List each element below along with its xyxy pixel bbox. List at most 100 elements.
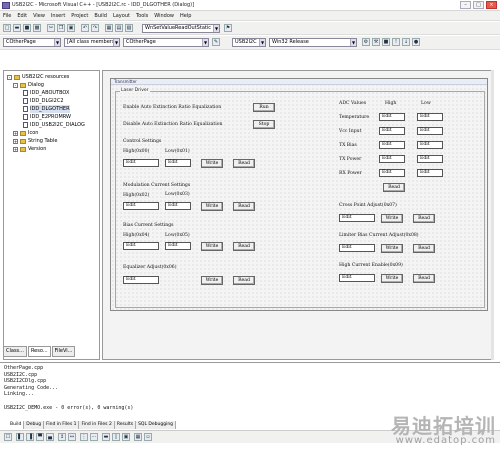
workspace-icon[interactable]: ▦: [105, 24, 113, 32]
undo-icon[interactable]: ↶: [81, 24, 89, 32]
space-down-icon[interactable]: ⋯: [90, 433, 98, 441]
modulation-low-edit[interactable]: Edit: [165, 202, 191, 210]
tree-item-dlgother[interactable]: IDD_DLGOTHER: [7, 105, 96, 113]
vertical-scrollbar[interactable]: [491, 70, 494, 360]
menu-project[interactable]: Project: [71, 13, 88, 19]
collapse-icon[interactable]: -: [7, 74, 12, 80]
open-folder-icon[interactable]: ▬: [13, 24, 21, 32]
close-button[interactable]: ×: [486, 1, 497, 9]
control-low-edit[interactable]: Edit: [165, 159, 191, 167]
space-across-icon[interactable]: ⋮: [80, 433, 88, 441]
control-read-button[interactable]: Read: [233, 159, 255, 168]
rxpower-high-edit[interactable]: Edit: [379, 169, 405, 177]
align-left-icon[interactable]: ▌: [16, 433, 24, 441]
find-in-files-icon[interactable]: ⚑: [224, 24, 232, 32]
stop-build-icon[interactable]: ■: [382, 38, 390, 46]
same-height-icon[interactable]: ▯: [112, 433, 120, 441]
tree-version[interactable]: + Version: [7, 145, 96, 153]
tree-icon-folder[interactable]: + Icon: [7, 129, 96, 137]
cross-point-write-button[interactable]: Write: [381, 214, 403, 223]
rxpower-low-edit[interactable]: Edit: [417, 169, 443, 177]
tab-class-view[interactable]: Class...: [3, 346, 27, 357]
high-current-edit[interactable]: Edit: [339, 274, 375, 282]
center-vertical-icon[interactable]: ↕: [58, 433, 66, 441]
high-current-write-button[interactable]: Write: [381, 274, 403, 283]
bias-low-edit[interactable]: Edit: [165, 242, 191, 250]
high-current-read-button[interactable]: Read: [413, 274, 435, 283]
breakpoint-icon[interactable]: ●: [412, 38, 420, 46]
align-right-icon[interactable]: ▐: [26, 433, 34, 441]
cut-icon[interactable]: ✂: [47, 24, 55, 32]
toggle-guides-icon[interactable]: ▫: [144, 433, 152, 441]
menu-view[interactable]: View: [33, 13, 45, 19]
tree-item-aboutbox[interactable]: IDD_ABOUTBOX: [7, 89, 96, 97]
config-combo[interactable]: Win32 Release ▼: [269, 38, 357, 47]
menu-help[interactable]: Help: [180, 13, 191, 19]
txbias-high-edit[interactable]: Edit: [379, 141, 405, 149]
modulation-high-edit[interactable]: Edit: [123, 202, 159, 210]
tab-debug[interactable]: Debug: [24, 421, 45, 429]
expand-icon[interactable]: +: [13, 138, 18, 144]
save-all-icon[interactable]: ▩: [33, 24, 41, 32]
limiter-bias-edit[interactable]: Edit: [339, 244, 375, 252]
tab-build[interactable]: Build: [8, 421, 25, 429]
minimize-button[interactable]: –: [460, 1, 471, 9]
cross-point-edit[interactable]: Edit: [339, 214, 375, 222]
temperature-low-edit[interactable]: Edit: [417, 113, 443, 121]
modulation-write-button[interactable]: Write: [201, 202, 223, 211]
paste-icon[interactable]: ▣: [67, 24, 75, 32]
txpower-high-edit[interactable]: Edit: [379, 155, 405, 163]
txbias-low-edit[interactable]: Edit: [417, 141, 443, 149]
menu-layout[interactable]: Layout: [113, 13, 130, 19]
chevron-down-icon[interactable]: ▼: [113, 39, 119, 46]
same-size-icon[interactable]: ▣: [122, 433, 130, 441]
equalizer-write-button[interactable]: Write: [201, 276, 223, 285]
tab-sql-debugging[interactable]: SQL Debugging: [136, 421, 177, 429]
tab-find-in-files-2[interactable]: Find in Files 2: [79, 421, 115, 429]
menu-insert[interactable]: Insert: [51, 13, 65, 19]
center-horizontal-icon[interactable]: ↔: [68, 433, 76, 441]
build-icon[interactable]: ⚒: [372, 38, 380, 46]
align-top-icon[interactable]: ▀: [36, 433, 44, 441]
run-button[interactable]: Run: [253, 103, 275, 112]
chevron-down-icon[interactable]: ▼: [213, 25, 219, 32]
chevron-down-icon[interactable]: ▼: [350, 39, 356, 46]
redo-icon[interactable]: ↷: [91, 24, 99, 32]
tab-results[interactable]: Results: [114, 421, 137, 429]
equalizer-read-button[interactable]: Read: [233, 276, 255, 285]
chevron-down-icon[interactable]: ▼: [259, 39, 265, 46]
copy-icon[interactable]: ❐: [57, 24, 65, 32]
bias-high-edit[interactable]: Edit: [123, 242, 159, 250]
function-combo[interactable]: COtherPage ▼: [123, 38, 209, 47]
tree-item-e2promrw[interactable]: IDD_E2PROMRW: [7, 113, 96, 121]
limiter-bias-write-button[interactable]: Write: [381, 244, 403, 253]
compile-icon[interactable]: ⚙: [362, 38, 370, 46]
chevron-down-icon[interactable]: ▼: [54, 39, 60, 46]
execute-icon[interactable]: !: [392, 38, 400, 46]
cross-point-read-button[interactable]: Read: [413, 214, 435, 223]
tab-file-view[interactable]: FileVi...: [51, 346, 76, 357]
limiter-bias-read-button[interactable]: Read: [413, 244, 435, 253]
save-icon[interactable]: ■: [23, 24, 31, 32]
go-icon[interactable]: ↓: [402, 38, 410, 46]
control-high-edit[interactable]: Edit: [123, 159, 159, 167]
wizard-action-icon[interactable]: ✎: [212, 38, 220, 46]
bias-write-button[interactable]: Write: [201, 242, 223, 251]
expand-icon[interactable]: +: [13, 130, 18, 136]
members-combo[interactable]: [All class members] ▼: [64, 38, 120, 47]
adc-read-button[interactable]: Read: [383, 183, 405, 192]
window-list-icon[interactable]: ▧: [125, 24, 133, 32]
tree-dialog[interactable]: - Dialog: [7, 81, 96, 89]
maximize-button[interactable]: □: [473, 1, 484, 9]
equalizer-edit[interactable]: Edit: [123, 276, 159, 284]
project-combo[interactable]: USB2I2C ▼: [232, 38, 266, 47]
control-write-button[interactable]: Write: [201, 159, 223, 168]
menu-tools[interactable]: Tools: [136, 13, 148, 19]
vcc-low-edit[interactable]: Edit: [417, 127, 443, 135]
bias-read-button[interactable]: Read: [233, 242, 255, 251]
class-combo[interactable]: COtherPage ▼: [3, 38, 61, 47]
menu-file[interactable]: File: [3, 13, 11, 19]
output-window-icon[interactable]: ▤: [115, 24, 123, 32]
stop-button[interactable]: Stop: [253, 120, 275, 129]
temperature-high-edit[interactable]: Edit: [379, 113, 405, 121]
